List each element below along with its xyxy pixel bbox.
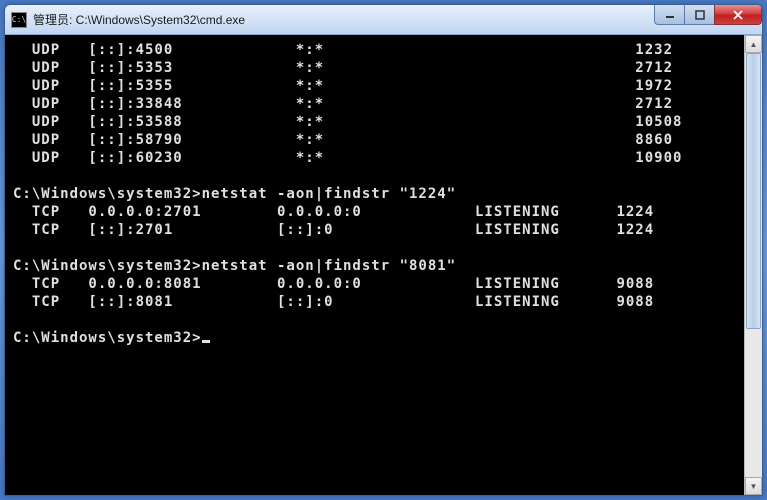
- scroll-thumb[interactable]: [746, 53, 761, 329]
- maximize-button[interactable]: [684, 5, 714, 25]
- scroll-down-arrow[interactable]: ▼: [745, 477, 762, 495]
- cmd-window: C:\ 管理员: C:\Windows\System32\cmd.exe UDP…: [4, 4, 763, 496]
- vertical-scrollbar[interactable]: ▲ ▼: [744, 35, 762, 495]
- content-area: UDP [::]:4500 *:* 1232 UDP [::]:5353 *:*…: [5, 35, 762, 495]
- close-icon: [732, 9, 744, 21]
- window-title: 管理员: C:\Windows\System32\cmd.exe: [33, 11, 654, 28]
- minimize-icon: [665, 10, 675, 20]
- cursor: [202, 340, 210, 343]
- close-button[interactable]: [714, 5, 762, 25]
- scroll-up-arrow[interactable]: ▲: [745, 35, 762, 53]
- window-controls: [654, 5, 762, 27]
- scroll-track[interactable]: [745, 53, 762, 477]
- minimize-button[interactable]: [654, 5, 684, 25]
- terminal-output[interactable]: UDP [::]:4500 *:* 1232 UDP [::]:5353 *:*…: [5, 35, 744, 495]
- app-icon: C:\: [11, 12, 27, 28]
- maximize-icon: [695, 10, 705, 20]
- titlebar[interactable]: C:\ 管理员: C:\Windows\System32\cmd.exe: [5, 5, 762, 35]
